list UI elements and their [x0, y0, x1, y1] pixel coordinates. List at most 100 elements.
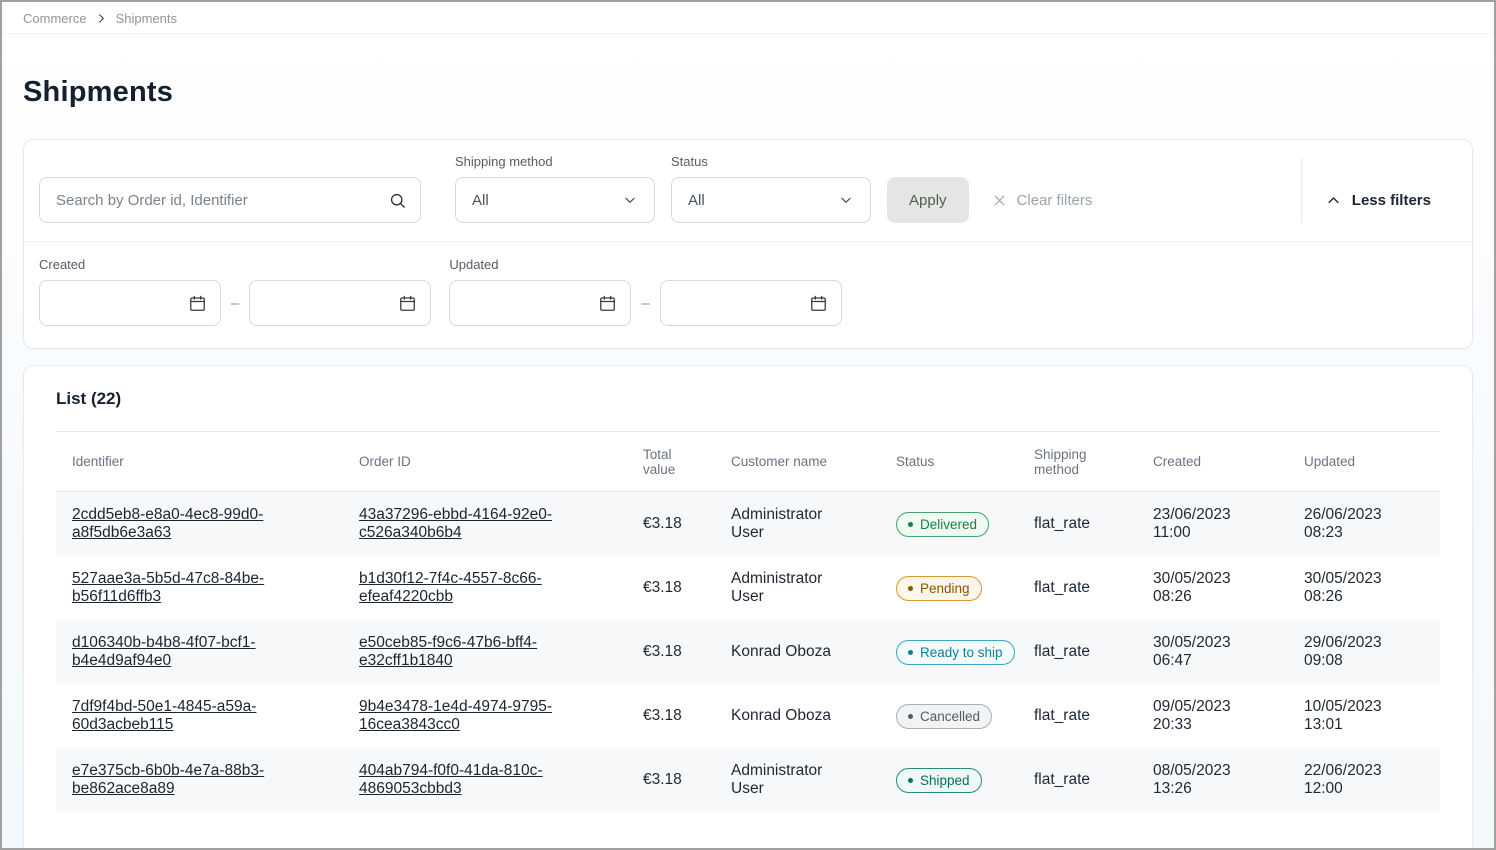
- filters-panel: Shipping method All Status All: [23, 139, 1473, 349]
- total-value-cell: €3.18: [627, 684, 715, 748]
- column-header-total-value: Total value: [627, 432, 715, 492]
- order-id-cell: 9b4e3478-1e4d-4974-9795-16cea3843cc0: [343, 684, 627, 748]
- column-header-status: Status: [880, 432, 1018, 492]
- identifier-link[interactable]: d106340b-b4b8-4f07-bcf1-b4e4d9af94e0: [72, 634, 327, 670]
- updated-cell: 22/06/2023 12:00: [1288, 748, 1440, 812]
- order-id-cell: 43a37296-ebbd-4164-92e0-c526a340b6b4: [343, 492, 627, 557]
- order-id-cell: e50ceb85-f9c6-47b6-bff4-e32cff1b1840: [343, 620, 627, 684]
- shipments-table: IdentifierOrder IDTotal valueCustomer na…: [56, 431, 1440, 812]
- updated-cell: 29/06/2023 09:08: [1288, 620, 1440, 684]
- created-from-input[interactable]: [52, 295, 188, 312]
- table-row: 7df9f4bd-50e1-4845-a59a-60d3acbeb115 9b4e…: [56, 684, 1440, 748]
- status-cell: Shipped: [880, 748, 1018, 812]
- order-id-link[interactable]: e50ceb85-f9c6-47b6-bff4-e32cff1b1840: [359, 634, 611, 670]
- breadcrumb-item-commerce[interactable]: Commerce: [23, 11, 87, 26]
- filters-row-primary: Shipping method All Status All: [24, 140, 1472, 241]
- identifier-link[interactable]: e7e375cb-6b0b-4e7a-88b3-be862ace8a89: [72, 762, 327, 798]
- customer-name-cell: Administrator User: [715, 556, 880, 620]
- breadcrumb-bar: Commerce Shipments: [2, 2, 1494, 34]
- close-icon: [991, 192, 1008, 209]
- table-row: 2cdd5eb8-e8a0-4ec8-99d0-a8f5db6e3a63 43a3…: [56, 492, 1440, 557]
- table-body: 2cdd5eb8-e8a0-4ec8-99d0-a8f5db6e3a63 43a3…: [56, 492, 1440, 813]
- apply-button[interactable]: Apply: [887, 177, 969, 223]
- shipping-method-cell: flat_rate: [1018, 556, 1137, 620]
- status-dot: [908, 714, 913, 719]
- breadcrumb-item-shipments[interactable]: Shipments: [116, 11, 177, 26]
- status-cell: Pending: [880, 556, 1018, 620]
- calendar-icon[interactable]: [809, 294, 828, 313]
- created-cell: 23/06/2023 11:00: [1137, 492, 1288, 557]
- less-filters-label: Less filters: [1352, 192, 1431, 209]
- less-filters-button[interactable]: Less filters: [1326, 177, 1431, 223]
- chevron-up-icon: [1326, 193, 1341, 208]
- status-dot: [908, 650, 913, 655]
- identifier-cell: 7df9f4bd-50e1-4845-a59a-60d3acbeb115: [56, 684, 343, 748]
- table-row: d106340b-b4b8-4f07-bcf1-b4e4d9af94e0 e50c…: [56, 620, 1440, 684]
- breadcrumb: Commerce Shipments: [23, 11, 1473, 26]
- status-cell: Ready to ship: [880, 620, 1018, 684]
- column-header-identifier: Identifier: [56, 432, 343, 492]
- order-id-link[interactable]: 9b4e3478-1e4d-4974-9795-16cea3843cc0: [359, 698, 611, 734]
- updated-cell: 26/06/2023 08:23: [1288, 492, 1440, 557]
- range-dash: –: [231, 295, 239, 312]
- chevron-right-icon: [96, 13, 107, 24]
- identifier-link[interactable]: 7df9f4bd-50e1-4845-a59a-60d3acbeb115: [72, 698, 327, 734]
- shipping-method-select[interactable]: All: [455, 177, 655, 223]
- updated-date-pair: –: [449, 280, 841, 326]
- created-cell: 30/05/2023 08:26: [1137, 556, 1288, 620]
- updated-from-field: [449, 280, 631, 326]
- order-id-link[interactable]: b1d30f12-7f4c-4557-8c66-efeaf4220cbb: [359, 570, 611, 606]
- identifier-link[interactable]: 527aae3a-5b5d-47c8-84be-b56f11d6ffb3: [72, 570, 327, 606]
- search-box: [39, 177, 421, 223]
- shipping-method-cell: flat_rate: [1018, 748, 1137, 812]
- customer-name-cell: Konrad Oboza: [715, 684, 880, 748]
- identifier-cell: 2cdd5eb8-e8a0-4ec8-99d0-a8f5db6e3a63: [56, 492, 343, 557]
- shipping-method-cell: flat_rate: [1018, 684, 1137, 748]
- column-header-shipping-method: Shipping method: [1018, 432, 1137, 492]
- status-badge: Ready to ship: [896, 640, 1015, 665]
- shipments-list-panel: List (22) IdentifierOrder IDTotal valueC…: [23, 365, 1473, 850]
- status-badge: Shipped: [896, 768, 982, 793]
- updated-to-input[interactable]: [673, 295, 809, 312]
- app-frame: Commerce Shipments Shipments: [0, 0, 1496, 850]
- created-to-input[interactable]: [262, 295, 398, 312]
- order-id-cell: b1d30f12-7f4c-4557-8c66-efeaf4220cbb: [343, 556, 627, 620]
- updated-from-input[interactable]: [462, 295, 598, 312]
- chevron-down-icon: [622, 192, 638, 208]
- status-badge: Pending: [896, 576, 982, 601]
- status-cell: Delivered: [880, 492, 1018, 557]
- created-label: Created: [39, 257, 431, 272]
- total-value-cell: €3.18: [627, 492, 715, 557]
- order-id-link[interactable]: 43a37296-ebbd-4164-92e0-c526a340b6b4: [359, 506, 611, 542]
- column-header-order-id: Order ID: [343, 432, 627, 492]
- search-field: [39, 177, 421, 223]
- shipping-method-cell: flat_rate: [1018, 620, 1137, 684]
- calendar-icon[interactable]: [398, 294, 417, 313]
- customer-name-cell: Administrator User: [715, 748, 880, 812]
- main-content: Shipments Shipping method All: [2, 76, 1494, 850]
- created-from-field: [39, 280, 221, 326]
- clear-filters-button[interactable]: Clear filters: [985, 177, 1099, 223]
- column-header-updated: Updated: [1288, 432, 1440, 492]
- range-dash: –: [641, 295, 649, 312]
- calendar-icon[interactable]: [188, 294, 207, 313]
- customer-name-cell: Administrator User: [715, 492, 880, 557]
- identifier-link[interactable]: 2cdd5eb8-e8a0-4ec8-99d0-a8f5db6e3a63: [72, 506, 327, 542]
- status-badge: Cancelled: [896, 704, 992, 729]
- status-select[interactable]: All: [671, 177, 871, 223]
- created-cell: 08/05/2023 13:26: [1137, 748, 1288, 812]
- shipping-method-label: Shipping method: [455, 154, 655, 169]
- status-field: Status All: [671, 154, 871, 223]
- created-cell: 09/05/2023 20:33: [1137, 684, 1288, 748]
- calendar-icon[interactable]: [598, 294, 617, 313]
- column-header-created: Created: [1137, 432, 1288, 492]
- shipping-method-cell: flat_rate: [1018, 492, 1137, 557]
- order-id-link[interactable]: 404ab794-f0f0-41da-810c-4869053cbbd3: [359, 762, 611, 798]
- total-value-cell: €3.18: [627, 748, 715, 812]
- created-to-field: [249, 280, 431, 326]
- search-input[interactable]: [40, 178, 420, 222]
- chevron-down-icon: [838, 192, 854, 208]
- created-range-field: Created –: [39, 257, 431, 326]
- identifier-cell: e7e375cb-6b0b-4e7a-88b3-be862ace8a89: [56, 748, 343, 812]
- table-row: e7e375cb-6b0b-4e7a-88b3-be862ace8a89 404a…: [56, 748, 1440, 812]
